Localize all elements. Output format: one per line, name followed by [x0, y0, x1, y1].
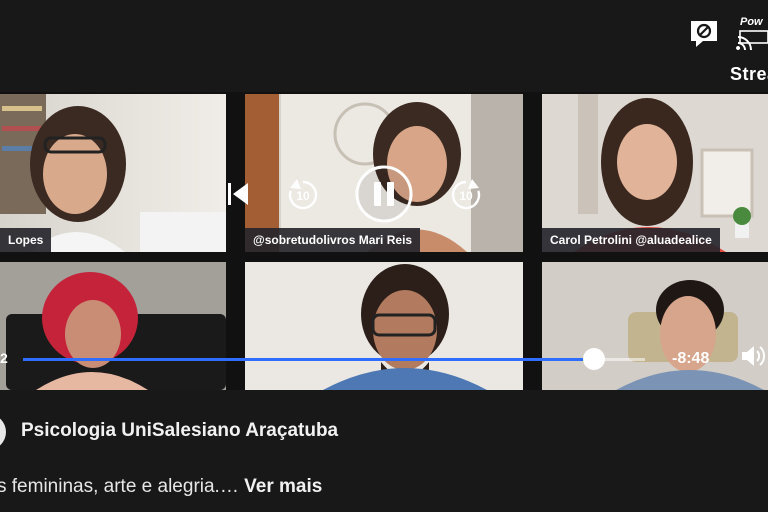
top-bar: Pow Strea	[0, 0, 768, 92]
progress-bar[interactable]	[23, 348, 645, 370]
participant-tile-4	[0, 262, 226, 390]
rewind-seconds: 10	[296, 189, 310, 203]
pause-icon	[374, 182, 381, 206]
participant-tile-1: Lopes	[0, 94, 226, 252]
progress-fill	[23, 358, 594, 361]
see-more-link[interactable]: Ver mais	[244, 476, 322, 497]
forward-10-icon[interactable]: 10	[449, 178, 483, 217]
powered-by-text: Pow	[740, 16, 763, 28]
participant-name: Carol Petrolini @aluadealice	[542, 228, 720, 252]
stream-icon[interactable]	[736, 30, 768, 57]
participant-tile-3: Carol Petrolini @aluadealice	[542, 94, 768, 252]
post-description: s femininas, arte e alegria.… Ver mais	[0, 476, 322, 498]
participant-video	[542, 262, 768, 390]
progress-thumb[interactable]	[582, 348, 605, 370]
participant-video	[245, 262, 523, 390]
participant-tile-6	[542, 262, 768, 390]
video-player[interactable]: Lopes @sobretudolivros Mari Reis Carol P…	[0, 92, 768, 390]
page-name[interactable]: Psicologia UniSalesiano Araçatuba	[21, 420, 338, 442]
post-description-text: s femininas, arte e alegria.…	[0, 476, 239, 497]
participant-video	[0, 262, 226, 390]
pause-button[interactable]	[354, 164, 414, 229]
page-avatar[interactable]	[0, 414, 6, 450]
no-comments-icon[interactable]	[688, 18, 720, 55]
volume-icon[interactable]	[740, 342, 768, 375]
participant-name: @sobretudolivros Mari Reis	[245, 228, 421, 252]
stream-label: Strea	[730, 64, 768, 84]
participant-tile-5	[245, 262, 523, 390]
remaining-time: -8:48	[672, 350, 710, 367]
rewind-10-icon[interactable]: 10	[286, 178, 320, 217]
forward-seconds: 10	[459, 189, 473, 203]
previous-icon[interactable]	[226, 180, 250, 213]
participant-name: Lopes	[0, 228, 52, 252]
elapsed-time: 2	[0, 350, 8, 366]
